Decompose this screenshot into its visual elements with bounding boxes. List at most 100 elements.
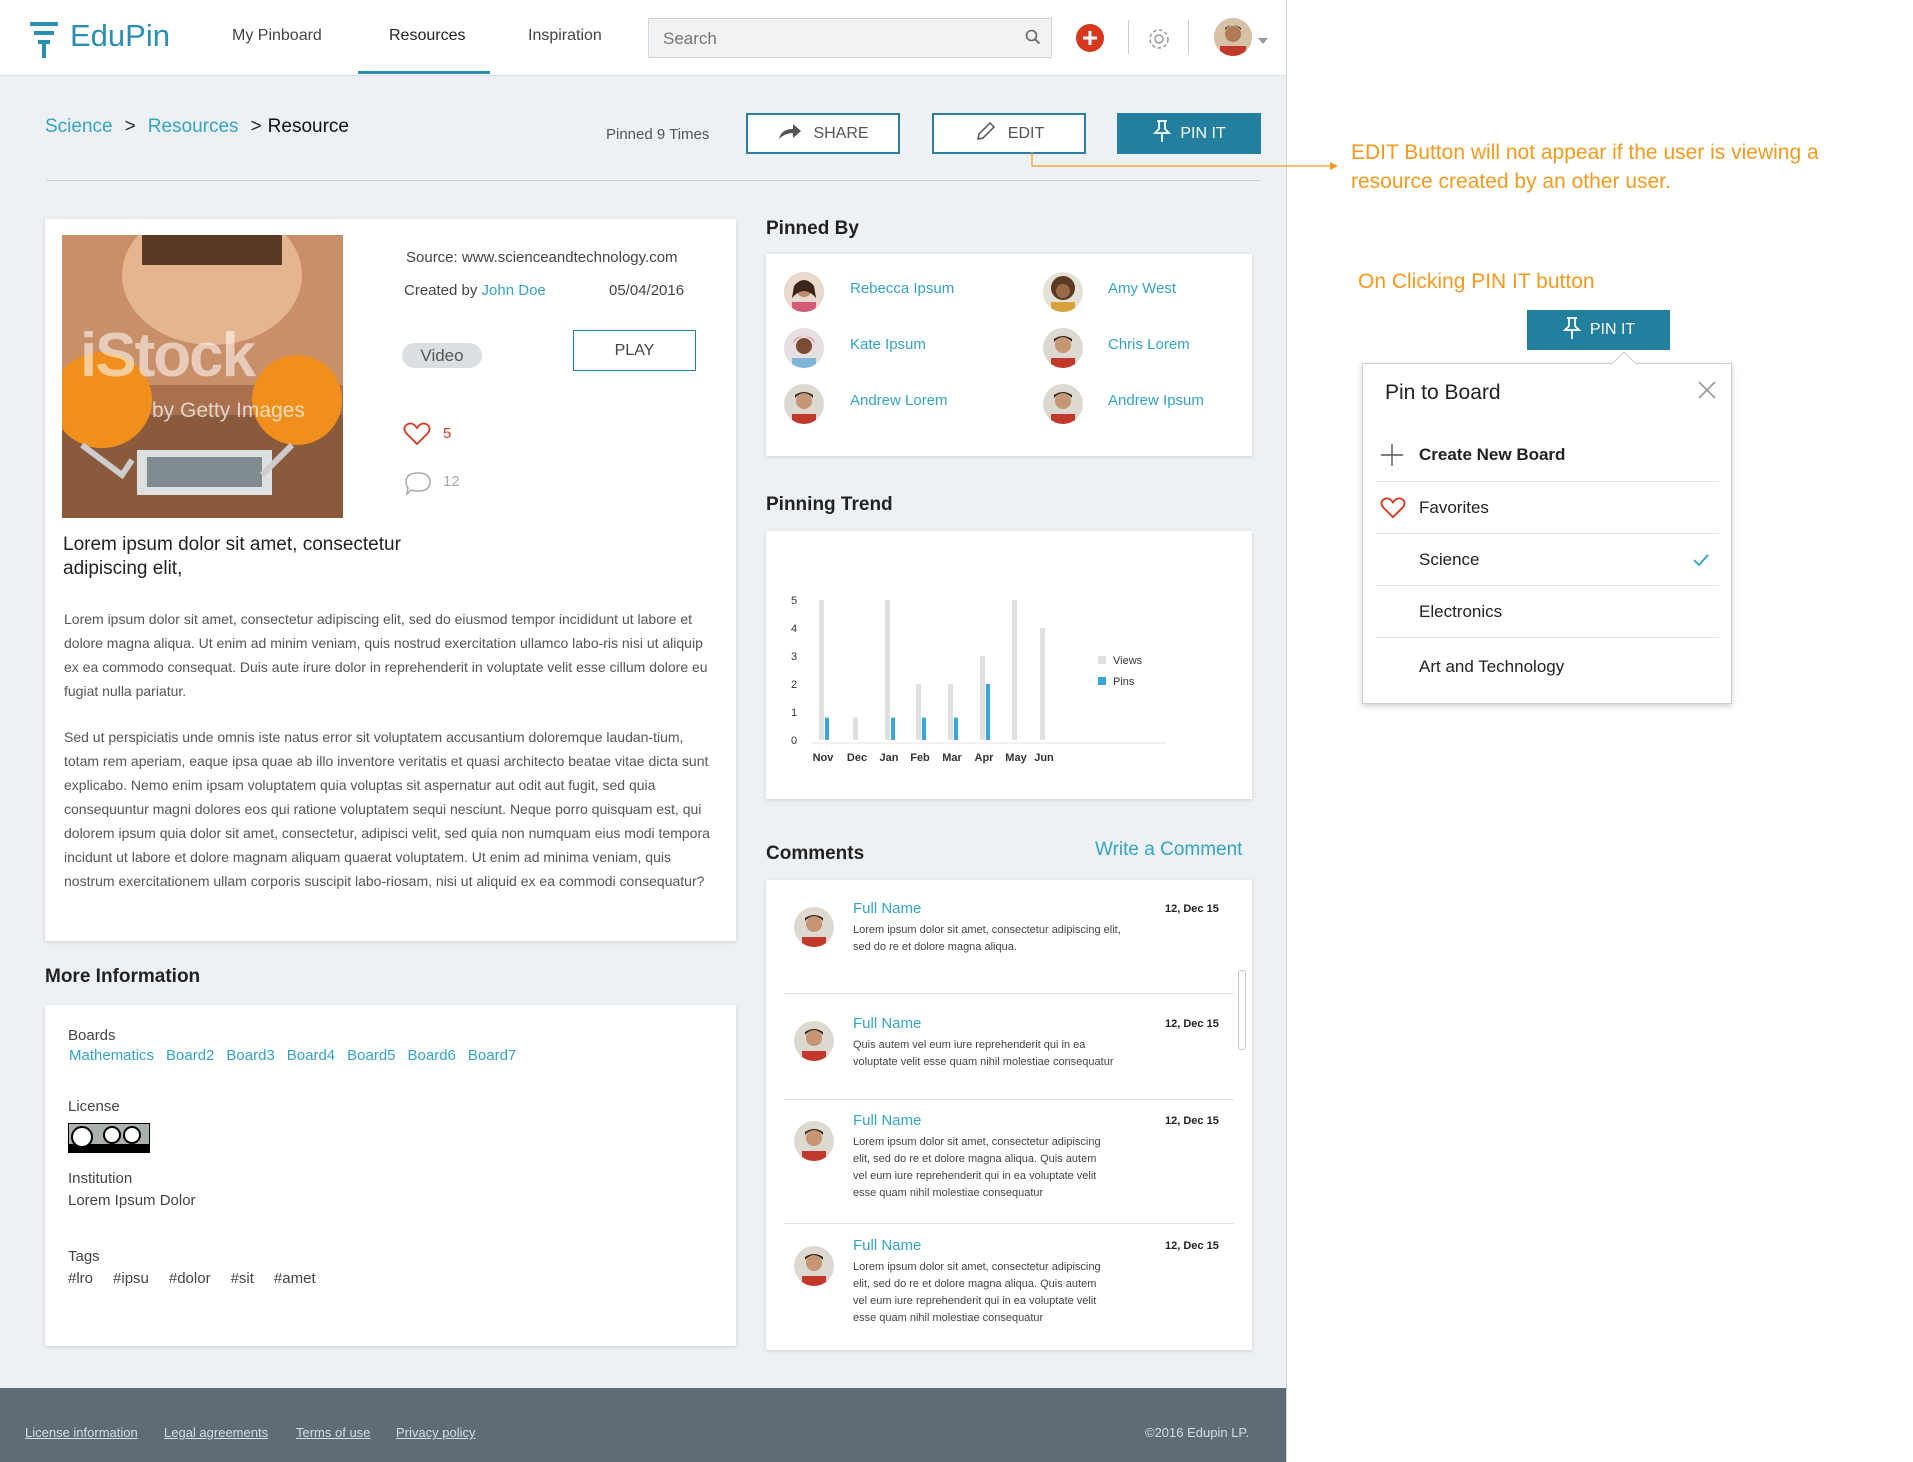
write-comment-link[interactable]: Write a Comment bbox=[1095, 839, 1242, 861]
user-avatar[interactable] bbox=[784, 328, 824, 368]
creative-commons-badge-icon[interactable] bbox=[68, 1123, 150, 1158]
board-link[interactable]: Board7 bbox=[468, 1047, 516, 1064]
breadcrumb: Science > Resources > Resource bbox=[45, 116, 349, 138]
tag[interactable]: #amet bbox=[274, 1270, 316, 1287]
pinned-by-user[interactable]: Chris Lorem bbox=[1108, 336, 1190, 353]
comment-text: Lorem ipsum dolor sit amet, consectetur … bbox=[853, 922, 1173, 956]
pinned-by-user[interactable]: Rebecca Ipsum bbox=[850, 280, 954, 297]
search-icon[interactable] bbox=[1025, 29, 1041, 50]
pencil-icon bbox=[974, 119, 998, 148]
more-info-title: More Information bbox=[45, 966, 201, 987]
heart-icon bbox=[1380, 497, 1406, 524]
share-label: SHARE bbox=[813, 124, 869, 142]
comment-text: Lorem ipsum dolor sit amet, consectetur … bbox=[853, 1259, 1153, 1327]
pinned-by-user[interactable]: Andrew Ipsum bbox=[1108, 392, 1204, 409]
user-avatar[interactable] bbox=[1043, 328, 1083, 368]
edupin-logo-icon[interactable] bbox=[30, 20, 60, 63]
search-box[interactable] bbox=[648, 18, 1052, 58]
views-bar bbox=[853, 717, 858, 740]
play-button[interactable]: PLAY bbox=[573, 330, 696, 371]
user-avatar[interactable] bbox=[1043, 272, 1083, 312]
pushpin-icon bbox=[1152, 119, 1172, 148]
resource-date: 05/04/2016 bbox=[609, 282, 685, 299]
pinned-by-user[interactable]: Kate Ipsum bbox=[850, 336, 926, 353]
board-link[interactable]: Board6 bbox=[408, 1047, 456, 1064]
user-avatar[interactable] bbox=[794, 1121, 834, 1161]
nav-inspiration[interactable]: Inspiration bbox=[528, 27, 602, 45]
annotation-arrow bbox=[1031, 152, 1338, 170]
create-new-board-label: Create New Board bbox=[1419, 444, 1566, 464]
user-avatar[interactable] bbox=[1214, 18, 1252, 56]
board-link[interactable]: Board5 bbox=[347, 1047, 395, 1064]
board-link[interactable]: Board2 bbox=[166, 1047, 214, 1064]
y-tick-label: 0 bbox=[791, 735, 797, 747]
board-item-art-and-technology[interactable]: Art and Technology bbox=[1375, 638, 1719, 696]
comment-line: vel eum iure reprehenderit qui in ea vol… bbox=[853, 1170, 1097, 1182]
tag[interactable]: #dolor bbox=[169, 1270, 211, 1287]
board-item-science[interactable]: Science bbox=[1375, 534, 1719, 586]
footer-terms-link[interactable]: Terms of use bbox=[296, 1425, 370, 1440]
chevron-down-icon[interactable] bbox=[1258, 33, 1268, 51]
tag[interactable]: #ipsu bbox=[113, 1270, 149, 1287]
user-avatar[interactable] bbox=[794, 1246, 834, 1286]
share-button[interactable]: SHARE bbox=[746, 113, 900, 154]
footer-legal-link[interactable]: Legal agreements bbox=[164, 1425, 268, 1440]
user-avatar[interactable] bbox=[784, 272, 824, 312]
tag[interactable]: #lro bbox=[68, 1270, 93, 1287]
pins-bar bbox=[986, 684, 990, 740]
edit-annotation-note: EDIT Button will not appear if the user … bbox=[1351, 141, 1819, 193]
board-item-favorites[interactable]: Favorites bbox=[1375, 482, 1719, 534]
comment-icon[interactable] bbox=[404, 470, 432, 501]
board-link[interactable]: Mathematics bbox=[69, 1047, 154, 1064]
user-avatar[interactable] bbox=[794, 907, 834, 947]
resource-source: Source: www.scienceandtechnology.com bbox=[406, 249, 678, 266]
heart-icon[interactable] bbox=[403, 422, 431, 451]
pinned-by-user[interactable]: Andrew Lorem bbox=[850, 392, 948, 409]
breadcrumb-resources[interactable]: Resources bbox=[148, 116, 239, 138]
comment-author[interactable]: Full Name bbox=[853, 1112, 921, 1129]
views-bar bbox=[1012, 600, 1017, 740]
comment-date: 12, Dec 15 bbox=[1165, 1018, 1219, 1030]
create-new-board-item[interactable]: Create New Board bbox=[1375, 428, 1719, 482]
brand-name[interactable]: EduPin bbox=[70, 18, 170, 54]
board-link[interactable]: Board3 bbox=[226, 1047, 274, 1064]
nav-resources[interactable]: Resources bbox=[389, 27, 465, 45]
board-item-electronics[interactable]: Electronics bbox=[1375, 586, 1719, 638]
institution-label: Institution bbox=[68, 1170, 133, 1187]
author-link[interactable]: John Doe bbox=[482, 282, 546, 299]
board-item-label: Science bbox=[1419, 549, 1480, 569]
x-tick-label: Jan bbox=[880, 752, 899, 764]
edit-button[interactable]: EDIT bbox=[932, 113, 1086, 154]
board-link[interactable]: Board4 bbox=[287, 1047, 335, 1064]
search-input[interactable] bbox=[661, 27, 1005, 51]
board-item-label: Favorites bbox=[1419, 497, 1489, 517]
comment-author[interactable]: Full Name bbox=[853, 1237, 921, 1254]
footer-license-link[interactable]: License information bbox=[25, 1425, 138, 1440]
resource-paragraph-1: Lorem ipsum dolor sit amet, consectetur … bbox=[64, 611, 708, 699]
breadcrumb-science[interactable]: Science bbox=[45, 116, 113, 138]
add-icon[interactable] bbox=[1076, 24, 1104, 52]
nav-my-pinboard[interactable]: My Pinboard bbox=[232, 27, 322, 45]
user-avatar[interactable] bbox=[784, 384, 824, 424]
pin-it-label: PIN IT bbox=[1589, 321, 1636, 338]
pin-it-button[interactable]: PIN IT bbox=[1117, 113, 1261, 154]
tag[interactable]: #sit bbox=[231, 1270, 254, 1287]
edit-label: EDIT bbox=[1007, 124, 1045, 142]
pin-it-button-demo[interactable]: PIN IT bbox=[1527, 310, 1670, 350]
comment-author[interactable]: Full Name bbox=[853, 1015, 921, 1032]
gear-icon[interactable] bbox=[1146, 26, 1172, 57]
pinning-trend-title: Pinning Trend bbox=[766, 494, 893, 515]
pins-bar bbox=[954, 717, 958, 740]
footer-privacy-link[interactable]: Privacy policy bbox=[396, 1425, 475, 1440]
pinned-by-user[interactable]: Amy West bbox=[1108, 280, 1176, 297]
y-tick-label: 1 bbox=[791, 707, 797, 719]
pinning-trend-chart: 0 1 2 3 4 5 Nov Dec Jan Feb Mar Apr May Jun Views Pins bbox=[791, 595, 1166, 764]
x-tick-label: Apr bbox=[975, 752, 995, 764]
resource-thumbnail[interactable]: iStock by Getty Images bbox=[62, 235, 343, 518]
x-tick-label: Feb bbox=[910, 752, 930, 764]
close-icon[interactable] bbox=[1697, 380, 1717, 405]
type-badge: Video bbox=[402, 343, 482, 368]
user-avatar[interactable] bbox=[1043, 384, 1083, 424]
comment-author[interactable]: Full Name bbox=[853, 900, 921, 917]
user-avatar[interactable] bbox=[794, 1021, 834, 1061]
